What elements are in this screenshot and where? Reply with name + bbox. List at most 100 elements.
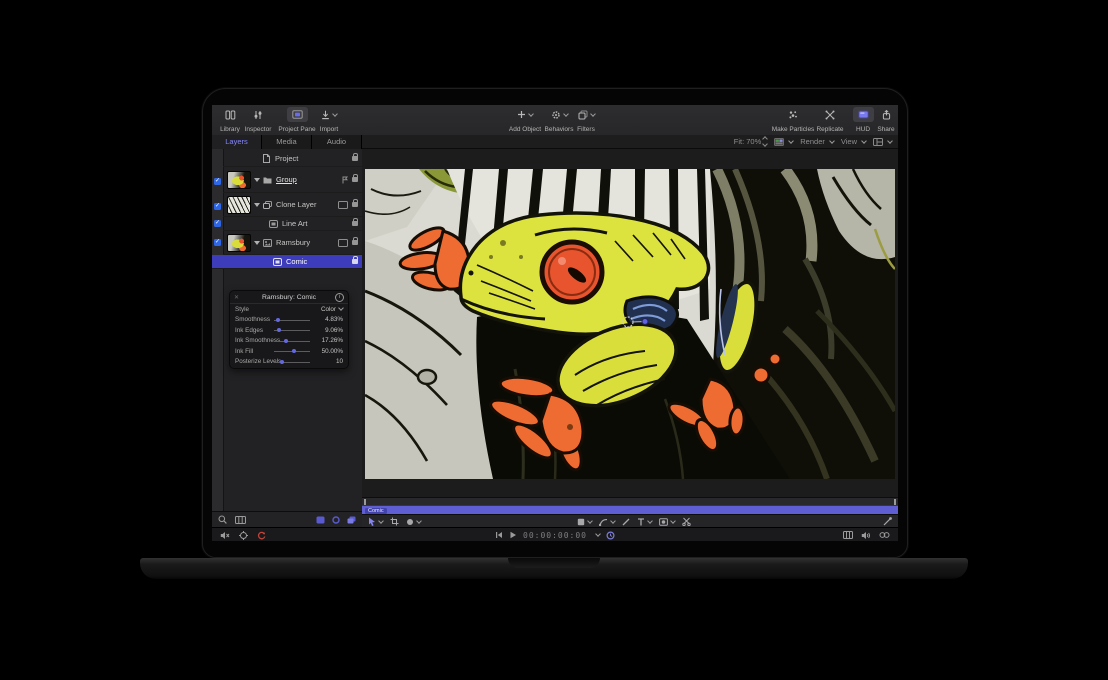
mini-timeline-icon[interactable] — [843, 531, 853, 539]
ink-edges-slider[interactable] — [274, 330, 310, 331]
replicate-button[interactable]: Replicate — [812, 107, 848, 133]
paint-stroke-tool[interactable] — [406, 518, 421, 526]
layer-row-ramsbury[interactable]: Ramsbury — [223, 231, 362, 255]
behaviors-gear-icon — [546, 107, 573, 122]
show-circle-toggle-icon[interactable] — [332, 516, 340, 524]
lock-icon[interactable] — [352, 156, 358, 161]
hud-style-value[interactable]: Color — [321, 306, 343, 313]
tab-media[interactable]: Media — [262, 135, 312, 149]
hud-button[interactable]: HUD — [852, 107, 874, 133]
skip-back-icon[interactable] — [495, 531, 503, 539]
zoom-fit-control[interactable]: Fit: 70% — [734, 137, 768, 146]
fx-badge-icon[interactable] — [338, 201, 348, 209]
select-transform-tool[interactable] — [368, 517, 383, 526]
timecode-display[interactable]: 00:00:00:00 — [523, 531, 587, 540]
record-loop-icon[interactable] — [257, 531, 266, 540]
behaviors-chevron-icon — [563, 111, 569, 117]
hud-row-style: Style Color — [230, 304, 348, 315]
mask-tool[interactable] — [659, 518, 675, 526]
keyframe-pen-icon[interactable] — [883, 517, 892, 526]
render-chevron-icon — [829, 138, 835, 144]
hud-title-bar[interactable]: ✕ Ramsbury: Comic i — [230, 291, 348, 304]
disclosure-triangle-icon[interactable] — [254, 203, 260, 207]
view-menu[interactable]: View — [841, 137, 866, 146]
crop-tool[interactable] — [390, 517, 399, 526]
inspector-button[interactable]: Inspector — [242, 107, 274, 133]
text-tool[interactable] — [637, 518, 652, 526]
disclosure-triangle-icon[interactable] — [254, 241, 260, 245]
clock-icon[interactable] — [606, 531, 615, 540]
canvas-viewport[interactable] — [362, 149, 898, 497]
flag-icon[interactable] — [342, 176, 348, 184]
clone-layer-checkbox[interactable]: ✓ — [214, 203, 221, 210]
hud-info-icon[interactable]: i — [335, 293, 344, 302]
lock-icon[interactable] — [352, 221, 358, 226]
bezier-tool[interactable] — [599, 518, 615, 526]
lock-icon[interactable] — [352, 202, 358, 207]
filmstrip-icon[interactable] — [235, 516, 246, 524]
render-menu[interactable]: Render — [800, 137, 834, 146]
ink-smoothness-slider[interactable] — [274, 341, 310, 342]
show-layers-toggle-icon[interactable] — [316, 516, 325, 524]
audio-mute-icon[interactable] — [220, 531, 230, 540]
layer-row-group[interactable]: Group — [223, 167, 362, 193]
tab-audio[interactable]: Audio — [312, 135, 362, 149]
loop-icon[interactable] — [879, 531, 890, 539]
add-object-button[interactable]: Add Object — [505, 107, 545, 133]
speaker-icon[interactable] — [861, 531, 871, 540]
layers-panel-footer — [212, 511, 362, 527]
smoothness-slider[interactable] — [274, 320, 310, 321]
fit-stepper-icon[interactable] — [763, 137, 767, 146]
shape-tool-chevron-icon — [587, 518, 593, 524]
layer-row-project[interactable]: Project — [223, 151, 362, 167]
crop-icon — [390, 517, 399, 526]
share-button[interactable]: Share — [875, 107, 897, 133]
clone-layer-label: Clone Layer — [276, 200, 316, 209]
layout-menu[interactable] — [873, 138, 892, 146]
hud-style-label: Style — [235, 306, 249, 313]
hud-close-icon[interactable]: ✕ — [234, 294, 239, 301]
search-icon[interactable] — [218, 515, 227, 524]
line-art-checkbox[interactable]: ✓ — [214, 220, 221, 227]
hud-ink-smoothness-value[interactable]: 17.26% — [322, 337, 343, 344]
ramsbury-checkbox[interactable]: ✓ — [214, 239, 221, 246]
behaviors-button[interactable]: Behaviors — [542, 107, 576, 133]
line-tool[interactable] — [622, 518, 630, 526]
play-icon[interactable] — [509, 531, 517, 539]
tab-layers[interactable]: Layers — [212, 135, 262, 149]
layer-row-comic[interactable]: Comic — [212, 255, 362, 269]
rectangle-shape-icon — [577, 518, 585, 526]
replicate-icon — [820, 107, 840, 122]
shape-tool[interactable] — [577, 518, 592, 526]
laptop-screen-bezel: Library Inspector Project Pane — [202, 88, 908, 558]
channels-control[interactable] — [774, 138, 793, 146]
lock-icon[interactable] — [352, 240, 358, 245]
crosshair-icon[interactable] — [239, 531, 248, 540]
lock-icon[interactable] — [352, 259, 358, 264]
style-chevron-icon — [338, 305, 344, 311]
scissors-icon — [682, 517, 691, 526]
disclosure-triangle-icon[interactable] — [254, 178, 260, 182]
mask-tool-chevron-icon — [670, 518, 676, 524]
group-checkbox[interactable]: ✓ — [214, 178, 221, 185]
blade-tool[interactable] — [682, 517, 691, 526]
fx-badge-icon[interactable] — [338, 239, 348, 247]
import-button[interactable]: Import — [314, 107, 344, 133]
hud-smoothness-value[interactable]: 4.83% — [325, 316, 343, 323]
layer-row-clone-layer[interactable]: Clone Layer — [223, 193, 362, 217]
add-object-icon — [512, 107, 538, 122]
group-folder-icon — [263, 176, 272, 184]
lock-icon[interactable] — [352, 177, 358, 182]
make-particles-button[interactable]: Make Particles — [770, 107, 816, 133]
stacked-squares-toggle-icon[interactable] — [347, 516, 356, 524]
timecode-chevron-icon[interactable] — [595, 531, 601, 537]
filters-button[interactable]: Filters — [572, 107, 600, 133]
posterize-levels-slider[interactable] — [274, 362, 310, 363]
hud-ink-edges-value[interactable]: 9.06% — [325, 327, 343, 334]
fit-label: Fit: 70% — [734, 137, 762, 146]
hud-posterize-value[interactable]: 10 — [336, 358, 343, 365]
library-button[interactable]: Library — [218, 107, 242, 133]
hud-ink-fill-value[interactable]: 50.00% — [322, 348, 343, 355]
layer-row-line-art[interactable]: Line Art — [223, 217, 362, 231]
ink-fill-slider[interactable] — [274, 351, 310, 352]
